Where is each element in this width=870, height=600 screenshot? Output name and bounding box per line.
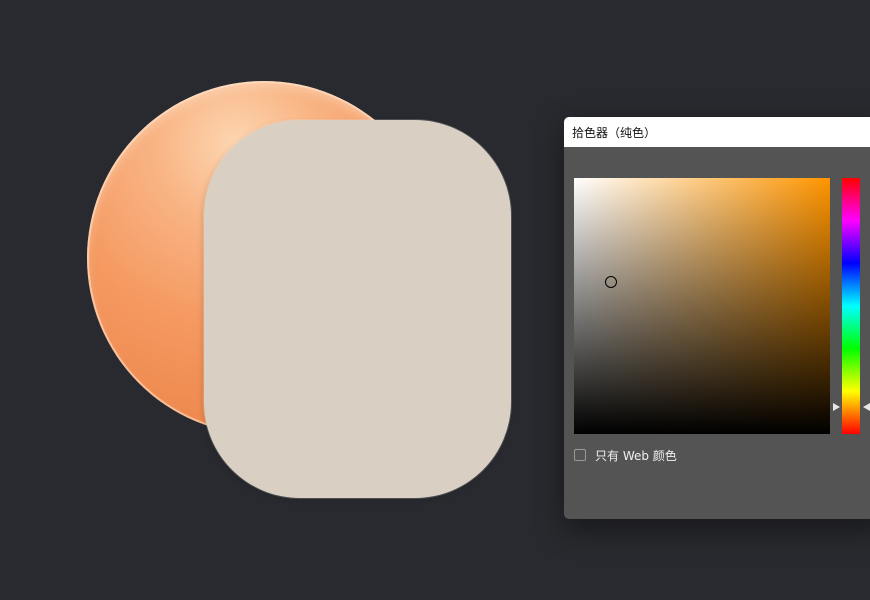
hue-slider-left-arrow-icon[interactable] <box>833 403 840 411</box>
hue-slider[interactable] <box>842 178 860 434</box>
color-selector-ring[interactable] <box>605 276 617 288</box>
web-colors-only-option[interactable]: 只有 Web 颜色 <box>574 447 677 463</box>
color-picker-dialog: 拾色器（纯色） 只有 Web 颜色 <box>564 117 870 519</box>
web-colors-only-checkbox[interactable] <box>574 449 586 461</box>
hue-slider-right-arrow-icon[interactable] <box>863 403 870 411</box>
picker-title: 拾色器（纯色） <box>572 126 657 140</box>
web-colors-only-label: 只有 Web 颜色 <box>595 448 677 463</box>
beige-rounded-card <box>204 120 511 498</box>
saturation-value-field[interactable] <box>574 178 830 434</box>
picker-titlebar[interactable]: 拾色器（纯色） <box>564 117 870 147</box>
